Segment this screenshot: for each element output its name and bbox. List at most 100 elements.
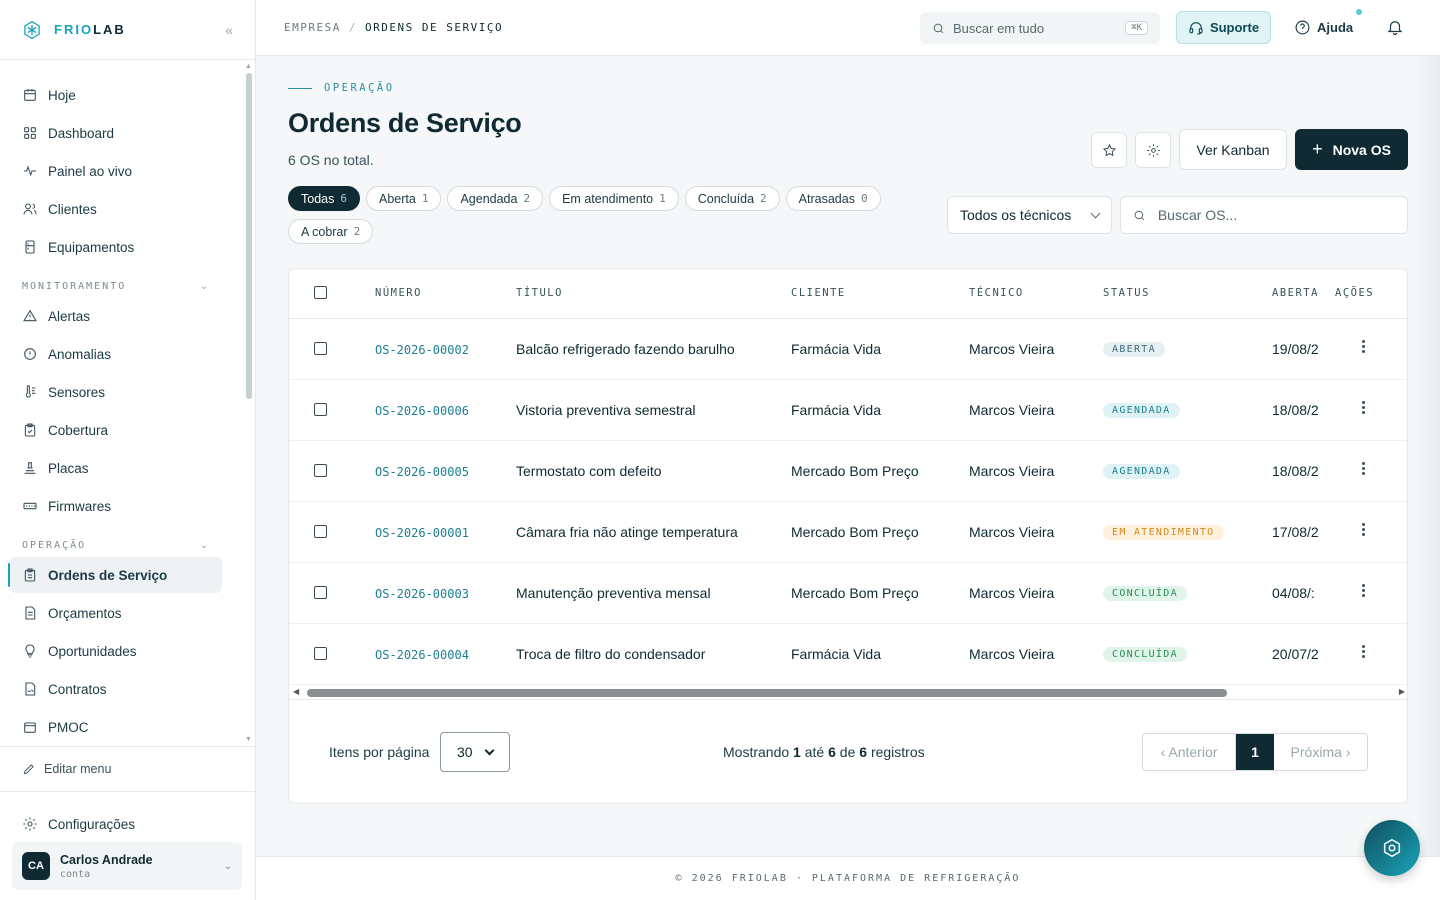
view-kanban-button[interactable]: Ver Kanban — [1179, 129, 1287, 170]
next-page-button[interactable]: Próxima › — [1274, 734, 1367, 770]
technician-select[interactable]: Todos os técnicos — [947, 196, 1112, 234]
sidebar-item-orcamentos[interactable]: Orçamentos — [10, 595, 222, 631]
page-settings-button[interactable] — [1135, 132, 1171, 168]
table-horizontal-scrollbar[interactable]: ◀ ▶ — [289, 685, 1407, 699]
filter-chip-a-cobrar[interactable]: A cobrar 2 — [288, 219, 374, 244]
os-number-link[interactable]: OS-2026-00002 — [375, 343, 469, 357]
table-row[interactable]: OS-2026-00003 Manutenção preventiva mensa… — [289, 563, 1407, 624]
assistant-fab-button[interactable] — [1364, 820, 1420, 876]
breadcrumb-root[interactable]: EMPRESA — [284, 21, 341, 34]
os-opened-date: 18/08/2 — [1272, 463, 1319, 479]
favorite-button[interactable] — [1091, 132, 1127, 168]
os-number-link[interactable]: OS-2026-00004 — [375, 648, 469, 662]
row-actions-menu-icon[interactable] — [1361, 462, 1365, 475]
global-search-input[interactable]: Buscar em tudo ⌘K — [920, 12, 1160, 44]
os-number-link[interactable]: OS-2026-00006 — [375, 404, 469, 418]
header-number[interactable]: NÚMERO — [375, 287, 422, 299]
scrollbar-thumb[interactable] — [246, 73, 252, 399]
filter-chip-todas[interactable]: Todas 6 — [288, 186, 360, 211]
sidebar-item-ordens-de-servico[interactable]: Ordens de Serviço — [8, 557, 222, 593]
header-title[interactable]: TÍTULO — [516, 287, 563, 299]
os-title: Câmara fria não atinge temperatura — [516, 524, 738, 540]
scrollbar-thumb[interactable] — [307, 689, 1227, 697]
bell-icon — [1387, 21, 1403, 36]
page-eyebrow: OPERAÇÃO — [288, 82, 395, 94]
status-filter-chips: Todas 6 Aberta 1 Agendada 2 Em atendimento 1 Con… — [288, 186, 908, 244]
header-client[interactable]: CLIENTE — [791, 287, 846, 299]
previous-page-button[interactable]: ‹ Anterior — [1143, 734, 1236, 770]
table-row[interactable]: OS-2026-00005 Termostato com defeito Merca… — [289, 441, 1407, 502]
scroll-down-arrow-icon[interactable]: ▼ — [245, 736, 252, 743]
row-checkbox[interactable] — [314, 586, 327, 599]
collapse-sidebar-button[interactable]: « — [225, 22, 233, 38]
row-actions-menu-icon[interactable] — [1361, 584, 1365, 597]
table-row[interactable]: OS-2026-00002 Balcão refrigerado fazendo … — [289, 319, 1407, 380]
sidebar-item-anomalias[interactable]: Anomalias — [10, 336, 222, 372]
table-row[interactable]: OS-2026-00001 Câmara fria não atinge temp… — [289, 502, 1407, 563]
filter-chip-em-atendimento[interactable]: Em atendimento 1 — [549, 186, 679, 211]
os-search-field[interactable] — [1120, 196, 1408, 234]
sidebar-item-pmoc[interactable]: PMOC — [10, 709, 222, 745]
sidebar-item-alertas[interactable]: Alertas — [10, 298, 222, 334]
filter-chip-aberta[interactable]: Aberta 1 — [365, 186, 442, 211]
snowflake-logo-icon — [24, 20, 40, 39]
header-status[interactable]: STATUS — [1103, 287, 1150, 299]
row-checkbox[interactable] — [314, 403, 327, 416]
sidebar-item-sensores[interactable]: Sensores — [10, 374, 222, 410]
scroll-right-arrow-icon[interactable]: ▶ — [1399, 687, 1405, 696]
sidebar-item-label: Contratos — [48, 681, 107, 697]
scroll-left-arrow-icon[interactable]: ◀ — [293, 687, 299, 696]
sidebar-item-oportunidades[interactable]: Oportunidades — [10, 633, 222, 669]
page-1-button[interactable]: 1 — [1236, 734, 1274, 770]
scroll-up-arrow-icon[interactable]: ▲ — [245, 63, 252, 70]
header-technician[interactable]: TÉCNICO — [969, 287, 1024, 299]
row-checkbox[interactable] — [314, 647, 327, 660]
chip-label: Agendada — [460, 191, 518, 206]
help-button[interactable]: Ajuda — [1294, 11, 1353, 44]
sidebar-item-clientes[interactable]: Clientes — [10, 191, 222, 227]
select-all-checkbox[interactable] — [314, 286, 327, 299]
row-actions-menu-icon[interactable] — [1361, 523, 1365, 536]
row-actions-menu-icon[interactable] — [1361, 645, 1365, 658]
row-checkbox[interactable] — [314, 342, 327, 355]
support-button[interactable]: Suporte — [1176, 11, 1271, 44]
row-checkbox[interactable] — [314, 525, 327, 538]
section-operacao[interactable]: OPERAÇÃO ⌄ — [10, 526, 222, 557]
sidebar-item-contratos[interactable]: Contratos — [10, 671, 222, 707]
row-actions-menu-icon[interactable] — [1361, 401, 1365, 414]
sidebar-item-configuracoes[interactable]: Configurações — [10, 806, 234, 842]
filter-chip-concluída[interactable]: Concluída 2 — [684, 186, 780, 211]
os-search-input[interactable] — [1157, 207, 1395, 223]
user-menu[interactable]: CA Carlos Andrade conta ⌄ — [12, 842, 242, 890]
table-row[interactable]: OS-2026-00006 Vistoria preventiva semestr… — [289, 380, 1407, 441]
chip-label: Concluída — [697, 191, 755, 206]
row-actions-menu-icon[interactable] — [1361, 340, 1365, 353]
os-opened-date: 19/08/2 — [1272, 341, 1319, 357]
edit-menu-button[interactable]: Editar menu — [0, 746, 256, 792]
sidebar-item-firmwares[interactable]: Firmwares — [10, 488, 222, 524]
sidebar-item-label: Equipamentos — [48, 239, 135, 255]
filter-chip-atrasadas[interactable]: Atrasadas 0 — [785, 186, 881, 211]
os-number-link[interactable]: OS-2026-00005 — [375, 465, 469, 479]
sidebar-item-hoje[interactable]: Hoje — [10, 77, 222, 113]
sidebar-item-equipamentos[interactable]: Equipamentos — [10, 229, 222, 265]
table-row[interactable]: OS-2026-00004 Troca de filtro do condensa… — [289, 624, 1407, 685]
sidebar-item-dashboard[interactable]: Dashboard — [10, 115, 222, 151]
status-badge: CONCLUÍDA — [1103, 647, 1187, 662]
os-number-link[interactable]: OS-2026-00003 — [375, 587, 469, 601]
per-page-select[interactable]: 30 — [440, 732, 510, 772]
sidebar-item-cobertura[interactable]: Cobertura — [10, 412, 222, 448]
sidebar-item-painel-ao-vivo[interactable]: Painel ao vivo — [10, 153, 222, 189]
row-checkbox[interactable] — [314, 464, 327, 477]
notifications-button[interactable] — [1386, 18, 1404, 36]
sidebar-item-placas[interactable]: Placas — [10, 450, 222, 486]
filter-chip-agendada[interactable]: Agendada 2 — [447, 186, 544, 211]
new-os-button[interactable]: + Nova OS — [1295, 129, 1408, 170]
brand: FRIOLAB « — [0, 0, 255, 60]
header-opened[interactable]: ABERTA — [1272, 287, 1319, 299]
os-number-link[interactable]: OS-2026-00001 — [375, 526, 469, 540]
section-monitoramento[interactable]: MONITORAMENTO ⌄ — [10, 267, 222, 298]
chip-label: Todas — [301, 191, 335, 206]
sidebar-scrollbar[interactable]: ▲ ▼ — [245, 63, 252, 743]
sidebar-item-label: Dashboard — [48, 125, 115, 141]
